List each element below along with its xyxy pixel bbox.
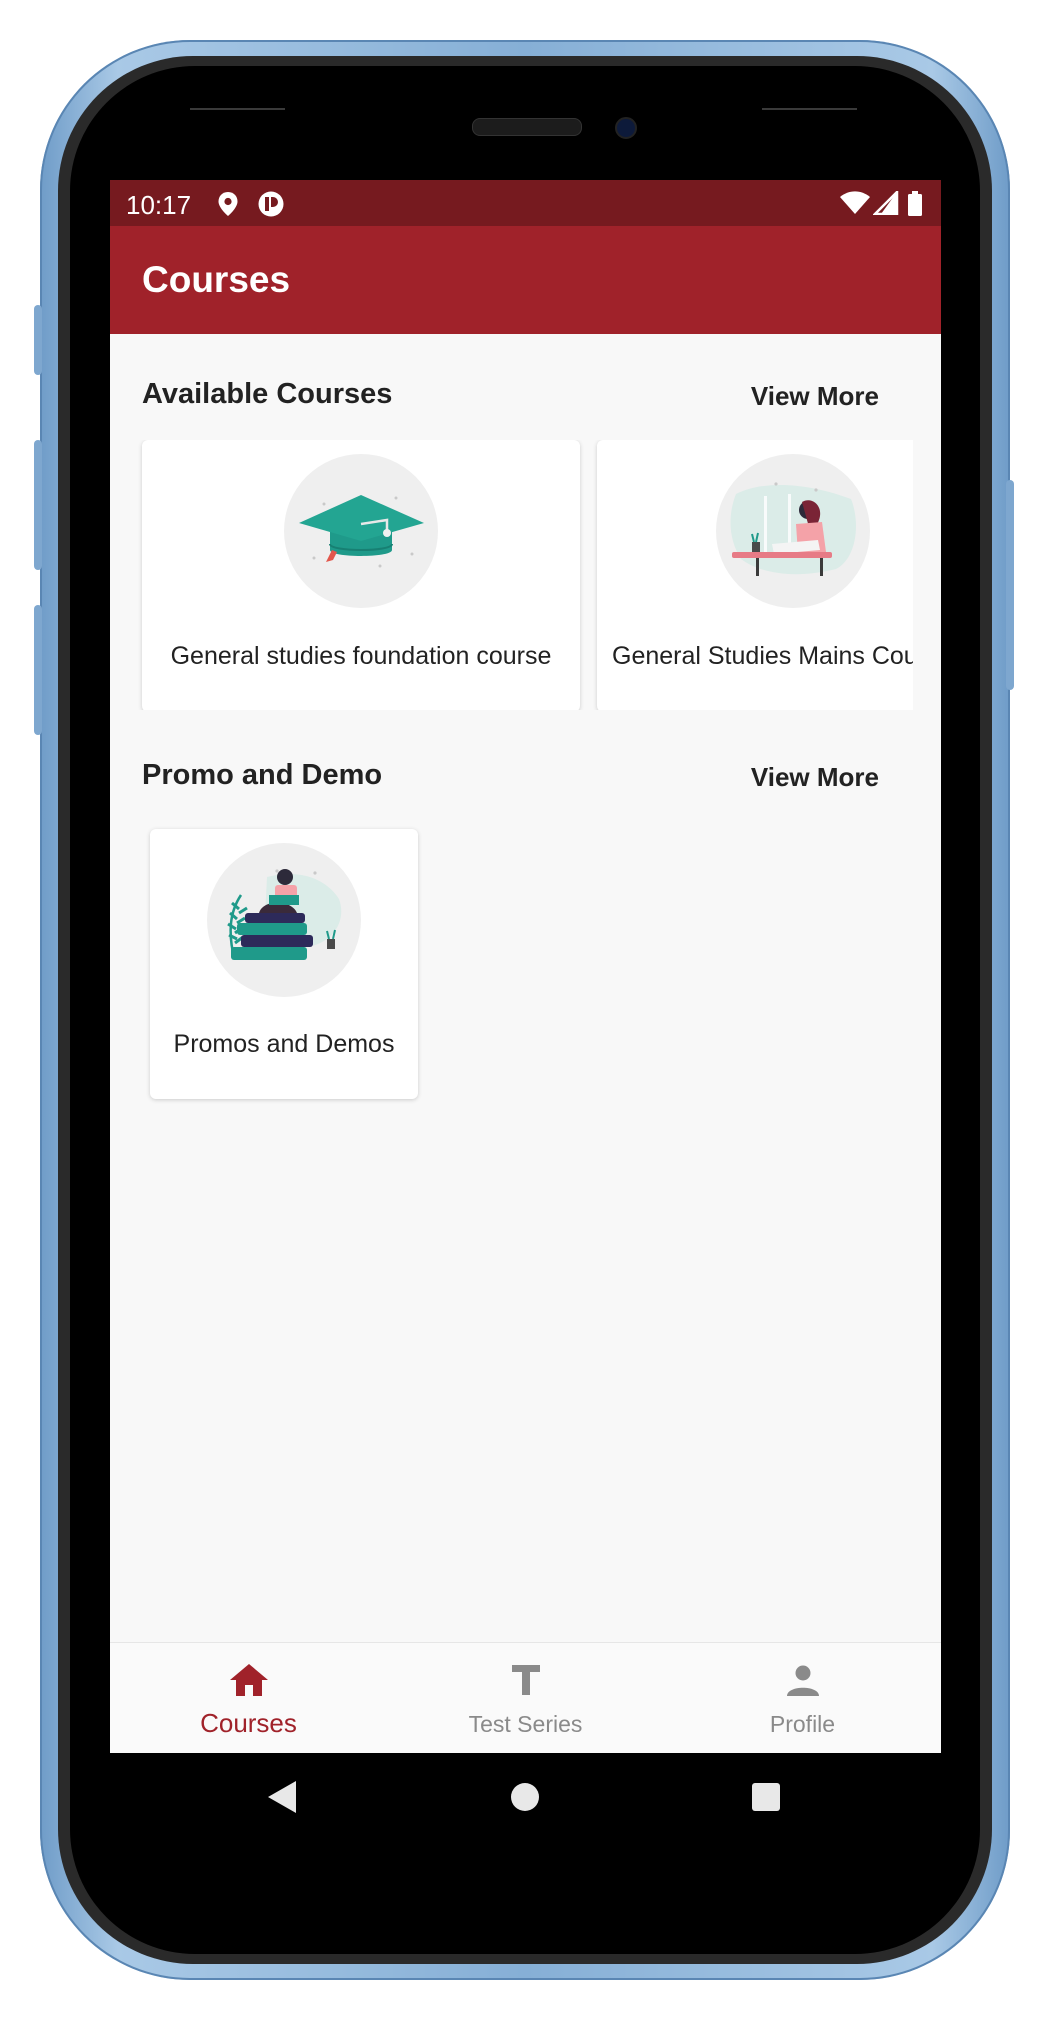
home-icon	[229, 1664, 268, 1696]
available-courses-carousel[interactable]: General studies foundation course Genera…	[110, 440, 913, 710]
recents-square-icon[interactable]	[751, 1782, 781, 1812]
graduation-cap-icon	[299, 495, 424, 568]
app-bar: Courses	[110, 226, 941, 334]
nav-item-profile[interactable]: Profile	[664, 1643, 941, 1753]
section-title-available-courses: Available Courses	[142, 378, 393, 410]
earpiece-speaker	[472, 118, 582, 136]
system-navigation-bar	[110, 1753, 941, 1843]
course-card-label: Promos and Demos	[173, 1030, 395, 1058]
mute-switch	[34, 305, 42, 375]
app-screen: 10:17 Courses Available Courses View Mor…	[110, 180, 941, 1753]
text-t-icon	[511, 1665, 540, 1695]
nav-item-test-series[interactable]: Test Series	[387, 1643, 664, 1753]
course-card[interactable]: Promos and Demos	[150, 829, 418, 1099]
woman-on-books-illustration	[227, 869, 342, 960]
page-title: Courses	[142, 259, 291, 300]
bezel-glint-right	[762, 108, 857, 110]
back-icon[interactable]	[267, 1780, 297, 1814]
app-notification-icon	[258, 191, 284, 217]
course-thumbnail	[207, 843, 361, 997]
course-thumbnail	[716, 454, 870, 608]
status-time: 10:17	[126, 190, 192, 220]
course-thumbnail	[284, 454, 438, 608]
home-circle-icon[interactable]	[510, 1782, 540, 1812]
bottom-navigation: Courses Test Series Profile	[110, 1642, 941, 1753]
front-camera	[615, 117, 637, 139]
volume-up-button	[34, 440, 42, 570]
bezel-glint-left	[190, 108, 285, 110]
woman-reading-desk-illustration	[730, 482, 856, 576]
battery-icon	[908, 191, 922, 216]
nav-label-courses: Courses	[200, 1708, 297, 1738]
course-card-label: General studies foundation course	[170, 642, 552, 670]
course-card-label: General Studies Mains Course	[612, 642, 913, 670]
wifi-icon	[840, 191, 870, 214]
nav-item-courses[interactable]: Courses	[110, 1643, 387, 1753]
nav-label-test-series: Test Series	[468, 1711, 583, 1737]
view-more-available-button[interactable]: View More	[751, 381, 879, 412]
volume-down-button	[34, 605, 42, 735]
section-title-promo-demo: Promo and Demo	[142, 759, 383, 791]
power-button	[1006, 480, 1014, 690]
location-pin-icon	[218, 192, 238, 216]
status-bar: 10:17	[110, 180, 941, 226]
cell-signal-icon	[873, 191, 899, 215]
view-more-promo-button[interactable]: View More	[751, 762, 879, 793]
nav-label-profile: Profile	[769, 1711, 836, 1737]
course-card[interactable]: General studies foundation course	[142, 440, 580, 710]
course-card[interactable]: General Studies Mains Course	[597, 440, 913, 710]
person-icon	[786, 1665, 819, 1696]
